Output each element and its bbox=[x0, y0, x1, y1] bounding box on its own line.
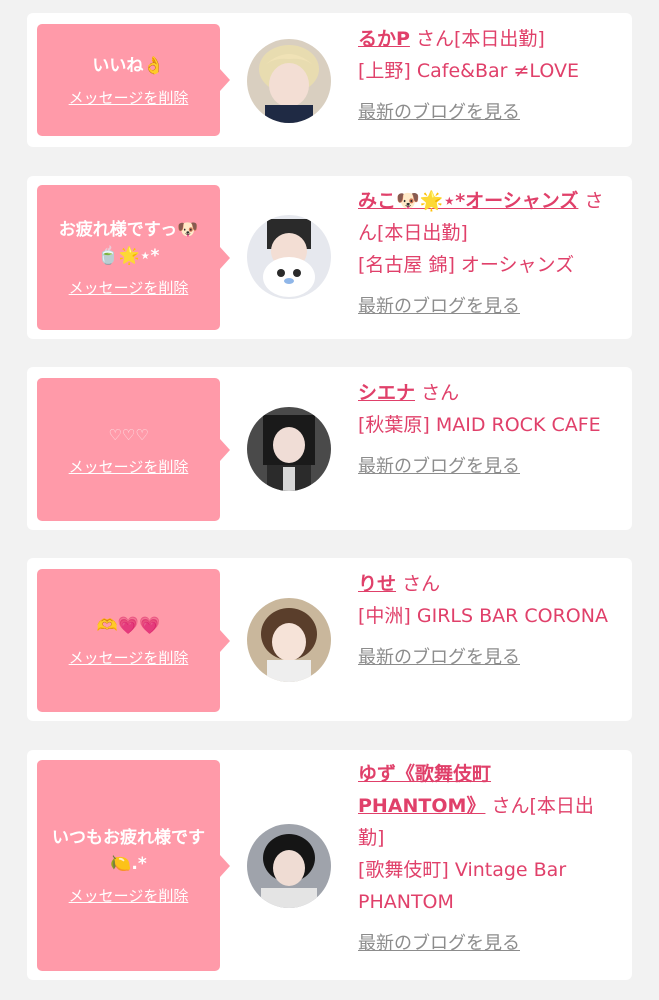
girl-name-link[interactable]: るかP bbox=[358, 28, 410, 50]
message-bubble: いつもお疲れ様です🍋.* メッセージを削除 bbox=[37, 760, 230, 971]
honorific: さん bbox=[421, 382, 460, 404]
list-item: 🫶💗💗 メッセージを削除 りせ さん [中洲] GIRLS BAR CORONA… bbox=[27, 558, 632, 721]
girl-info: みこ🐶🌟⋆*オーシャンズ さん[本日出勤] [名古屋 錦] オーシャンズ 最新の… bbox=[358, 185, 620, 323]
girl-info: るかP さん[本日出勤] [上野] Cafe&Bar ≠LOVE 最新のブログを… bbox=[358, 23, 620, 129]
girl-name-link[interactable]: シエナ bbox=[358, 382, 415, 404]
message-text: いいね👌 bbox=[92, 55, 165, 76]
delete-message-link[interactable]: メッセージを削除 bbox=[69, 885, 189, 906]
list-item: いいね👌 メッセージを削除 るかP さん[本日出勤] [上野] Cafe&Bar… bbox=[27, 13, 632, 147]
avatar[interactable] bbox=[247, 598, 331, 682]
shop-label: [名古屋 錦] オーシャンズ bbox=[358, 254, 575, 276]
delete-message-link[interactable]: メッセージを削除 bbox=[69, 277, 189, 298]
list-item: いつもお疲れ様です🍋.* メッセージを削除 ゆず《歌舞伎町 PHANTOM》 さ… bbox=[27, 750, 632, 980]
list-item: ♡♡♡ メッセージを削除 シエナ さん [秋葉原] MAID ROCK CAFE… bbox=[27, 367, 632, 530]
girl-name-link[interactable]: りせ bbox=[358, 573, 396, 595]
message-text: ♡♡♡ bbox=[108, 426, 149, 444]
avatar[interactable] bbox=[247, 407, 331, 491]
delete-message-link[interactable]: メッセージを削除 bbox=[69, 87, 189, 108]
girl-info: ゆず《歌舞伎町 PHANTOM》 さん[本日出勤] [歌舞伎町] Vintage… bbox=[358, 758, 620, 960]
shop-label: [秋葉原] MAID ROCK CAFE bbox=[358, 414, 601, 436]
status-badge: [本日出勤] bbox=[454, 28, 545, 50]
message-text: お疲れ様ですっ🐶 🍵🌟⋆* bbox=[58, 220, 199, 266]
message-bubble: 🫶💗💗 メッセージを削除 bbox=[37, 569, 230, 712]
status-badge: [本日出勤] bbox=[377, 222, 468, 244]
girl-info: りせ さん [中洲] GIRLS BAR CORONA 最新のブログを見る bbox=[358, 568, 620, 674]
message-list: いいね👌 メッセージを削除 るかP さん[本日出勤] [上野] Cafe&Bar… bbox=[0, 0, 659, 1000]
shop-label: [歌舞伎町] Vintage Bar PHANTOM bbox=[358, 859, 567, 913]
honorific: さん bbox=[491, 795, 530, 817]
latest-blog-link[interactable]: 最新のブログを見る bbox=[358, 642, 620, 674]
delete-message-link[interactable]: メッセージを削除 bbox=[69, 456, 189, 477]
girl-info: シエナ さん [秋葉原] MAID ROCK CAFE 最新のブログを見る bbox=[358, 377, 620, 483]
latest-blog-link[interactable]: 最新のブログを見る bbox=[358, 97, 620, 129]
list-item: お疲れ様ですっ🐶 🍵🌟⋆* メッセージを削除 みこ🐶🌟⋆*オーシャンズ さん[本… bbox=[27, 176, 632, 339]
message-bubble: お疲れ様ですっ🐶 🍵🌟⋆* メッセージを削除 bbox=[37, 185, 230, 330]
avatar[interactable] bbox=[247, 215, 331, 299]
avatar[interactable] bbox=[247, 39, 331, 123]
girl-name-link[interactable]: みこ🐶🌟⋆*オーシャンズ bbox=[358, 190, 578, 212]
honorific: さん bbox=[415, 28, 454, 50]
message-text: いつもお疲れ様です🍋.* bbox=[52, 828, 205, 874]
latest-blog-link[interactable]: 最新のブログを見る bbox=[358, 451, 620, 483]
avatar[interactable] bbox=[247, 824, 331, 908]
delete-message-link[interactable]: メッセージを削除 bbox=[69, 647, 189, 668]
shop-label: [上野] Cafe&Bar ≠LOVE bbox=[358, 60, 579, 82]
latest-blog-link[interactable]: 最新のブログを見る bbox=[358, 928, 620, 960]
shop-label: [中洲] GIRLS BAR CORONA bbox=[358, 605, 608, 627]
honorific: さん bbox=[402, 573, 441, 595]
latest-blog-link[interactable]: 最新のブログを見る bbox=[358, 291, 620, 323]
message-bubble: ♡♡♡ メッセージを削除 bbox=[37, 378, 230, 521]
girl-name-link[interactable]: ゆず《歌舞伎町 PHANTOM》 bbox=[358, 763, 491, 817]
message-text: 🫶💗💗 bbox=[96, 616, 161, 636]
message-bubble: いいね👌 メッセージを削除 bbox=[37, 24, 230, 136]
